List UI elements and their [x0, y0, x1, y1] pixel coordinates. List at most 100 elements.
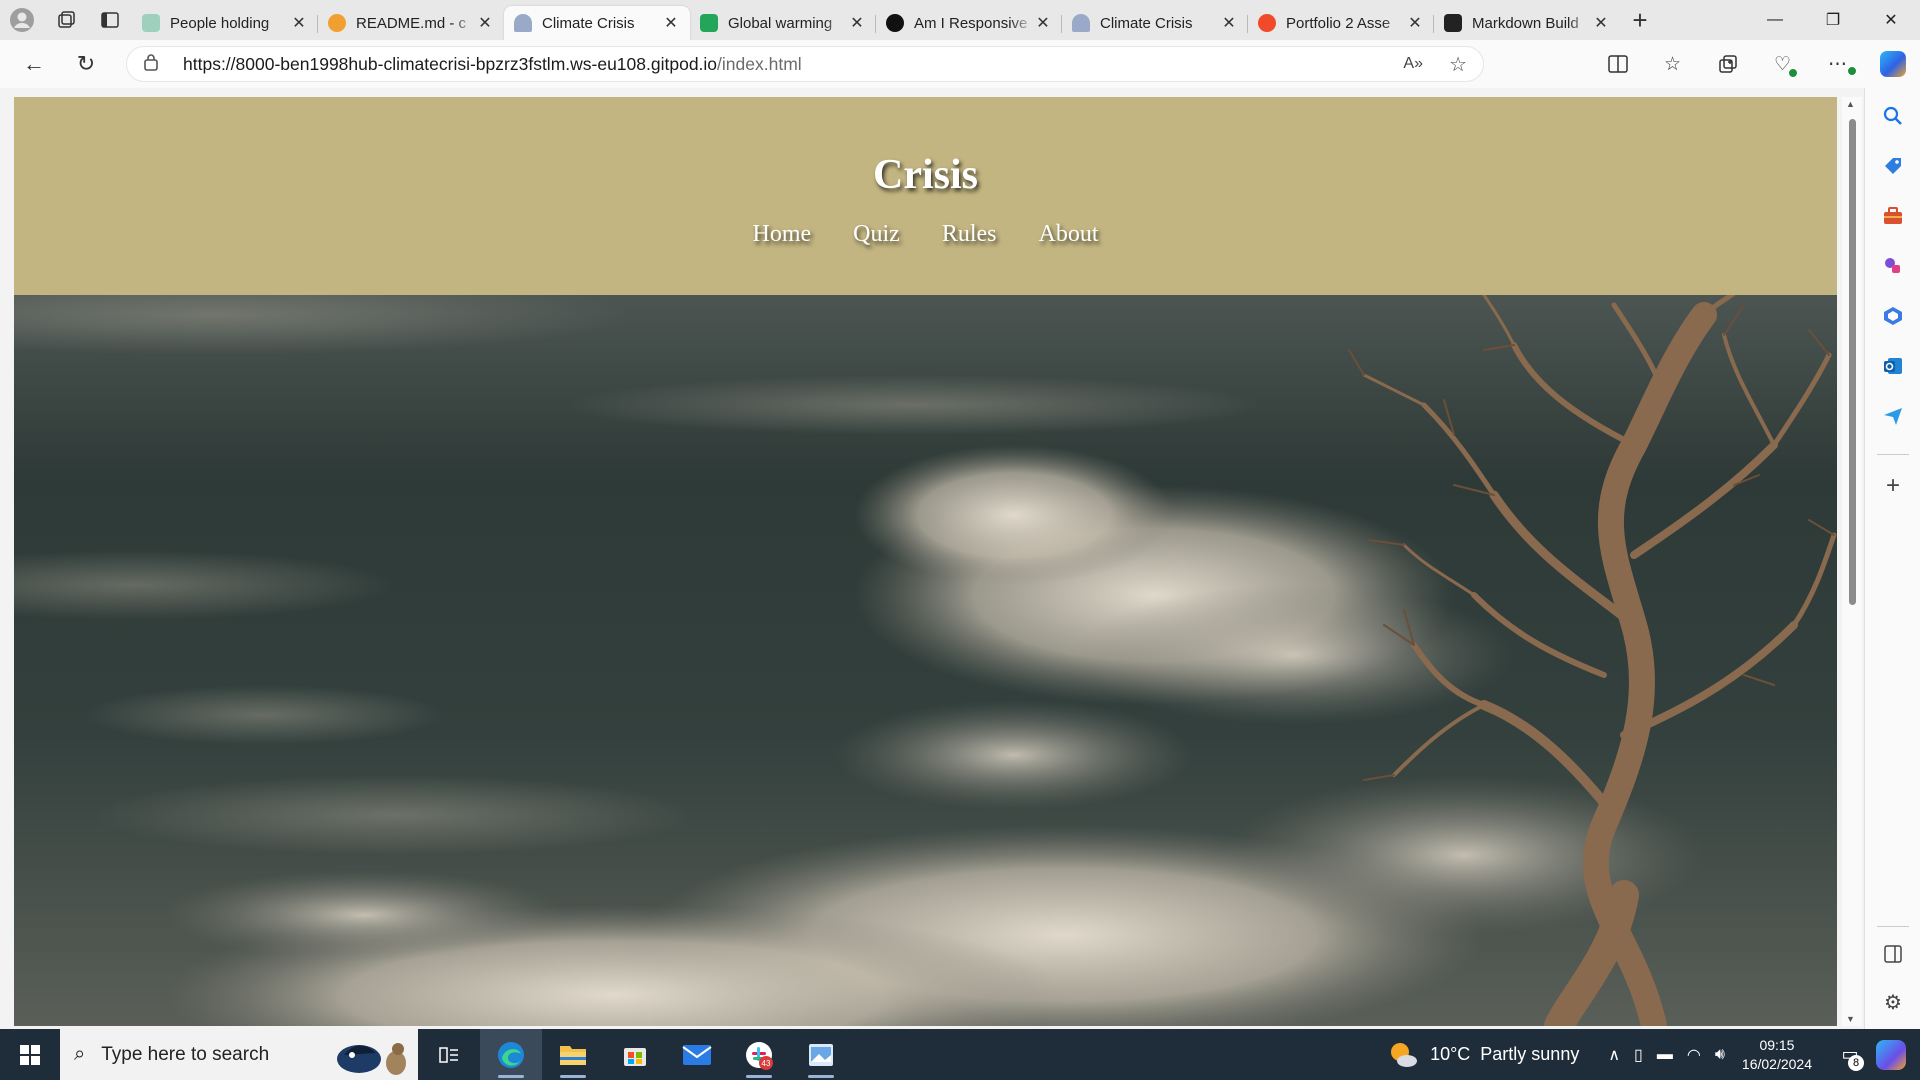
taskbar-edge-icon[interactable] — [480, 1029, 542, 1080]
browser-essentials-icon[interactable]: ♡ — [1755, 40, 1810, 88]
tools-icon[interactable] — [1879, 202, 1907, 230]
tab-strip: People holding ✕ README.md - c ✕ Climate… — [0, 0, 1920, 40]
page-scrollbar[interactable]: ▲ ▼ — [1842, 97, 1862, 1026]
games-icon[interactable] — [1879, 252, 1907, 280]
scroll-down-icon[interactable]: ▼ — [1846, 1014, 1855, 1024]
nav-link-quiz[interactable]: Quiz — [853, 221, 900, 248]
send-icon[interactable] — [1879, 402, 1907, 430]
search-icon[interactable] — [1879, 102, 1907, 130]
site-nav: Home Quiz Rules About — [14, 221, 1837, 248]
taskbar-store-icon[interactable] — [604, 1029, 666, 1080]
taskbar-search-box[interactable]: ⌕ Type here to search — [60, 1029, 418, 1080]
device-icon[interactable]: ▯ — [1634, 1045, 1643, 1065]
tab-7[interactable]: Markdown Build ✕ — [1433, 7, 1620, 39]
tab-actions-icon[interactable] — [88, 0, 132, 40]
tab-favicon — [328, 14, 346, 32]
url-text[interactable]: https://8000-ben1998hub-climatecrisi-bpz… — [183, 54, 802, 75]
hide-sidebar-icon[interactable] — [1879, 940, 1907, 968]
window-controls: — ❐ ✕ — [1746, 0, 1920, 40]
close-icon[interactable]: ✕ — [662, 13, 680, 33]
nav-link-about[interactable]: About — [1038, 221, 1098, 248]
add-icon[interactable]: + — [1879, 472, 1907, 500]
task-view-icon[interactable] — [418, 1029, 480, 1080]
copilot-logo — [1879, 51, 1906, 77]
sidebar-settings-gear-icon[interactable]: ⚙ — [1879, 988, 1907, 1016]
collections-icon[interactable] — [1700, 40, 1755, 88]
taskbar-paint-icon[interactable] — [790, 1029, 852, 1080]
scrollbar-thumb[interactable] — [1849, 119, 1856, 605]
wifi-icon[interactable]: ◠ — [1687, 1045, 1701, 1065]
tab-3[interactable]: Global warming ✕ — [690, 7, 876, 39]
tab-5[interactable]: Climate Crisis ✕ — [1061, 7, 1248, 39]
tab-title: Markdown Build — [1472, 14, 1579, 32]
tab-4[interactable]: Am I Responsive ✕ — [875, 7, 1062, 39]
taskbar-file-explorer-icon[interactable] — [542, 1029, 604, 1080]
search-icon: ⌕ — [74, 1043, 86, 1065]
notification-center-icon[interactable]: ▭ 8 — [1830, 1029, 1870, 1080]
hero-image — [14, 295, 1837, 1026]
close-icon[interactable]: ✕ — [1220, 13, 1238, 33]
scroll-up-icon[interactable]: ▲ — [1846, 99, 1855, 109]
profile-icon[interactable] — [0, 0, 44, 40]
restore-icon[interactable]: ❐ — [1804, 0, 1862, 40]
close-icon[interactable]: ✕ — [848, 13, 866, 33]
tab-favicon — [142, 14, 160, 32]
tab-title: Portfolio 2 Asse — [1286, 14, 1391, 32]
taskbar-copilot-icon[interactable] — [1876, 1039, 1906, 1070]
notification-count: 8 — [1848, 1055, 1864, 1071]
partly-sunny-icon — [1391, 1042, 1418, 1067]
window-close-icon[interactable]: ✕ — [1862, 0, 1920, 40]
tab-6[interactable]: Portfolio 2 Asse ✕ — [1247, 7, 1434, 39]
volume-icon[interactable]: 🔊︎ — [1715, 1046, 1725, 1064]
address-bar[interactable]: https://8000-ben1998hub-climatecrisi-bpz… — [126, 46, 1484, 82]
tab-favicon — [514, 14, 532, 32]
tab-favicon — [1072, 14, 1090, 32]
windows-taskbar: ⌕ Type here to search 43 10°C Partly sun… — [0, 1029, 1920, 1080]
copilot-icon[interactable] — [1865, 40, 1920, 88]
close-icon[interactable]: ✕ — [1034, 13, 1052, 33]
minimize-icon[interactable]: — — [1746, 0, 1804, 40]
read-aloud-icon[interactable]: A» — [1403, 55, 1423, 73]
tab-2-active[interactable]: Climate Crisis ✕ — [504, 6, 690, 40]
tab-favicon — [1444, 14, 1462, 32]
start-button[interactable] — [0, 1029, 60, 1080]
tab-title: Am I Responsive — [914, 14, 1028, 32]
back-icon[interactable]: ← — [8, 40, 60, 88]
page-viewport: Crisis Home Quiz Rules About — [14, 97, 1837, 1026]
workspaces-icon[interactable] — [44, 0, 88, 40]
shopping-tag-icon[interactable] — [1879, 152, 1907, 180]
nav-link-rules[interactable]: Rules — [942, 221, 997, 248]
taskbar-mail-icon[interactable] — [666, 1029, 728, 1080]
new-tab-button[interactable]: + — [1620, 0, 1660, 40]
tab-0[interactable]: People holding ✕ — [132, 7, 318, 39]
tab-title: Global warming — [728, 14, 833, 32]
weather-temperature: 10°C — [1430, 1044, 1471, 1064]
clock[interactable]: 09:15 16/02/2024 — [1742, 1036, 1812, 1074]
settings-more-icon[interactable]: ⋯ — [1810, 40, 1865, 88]
sidebar-divider — [1877, 926, 1909, 927]
outlook-icon[interactable] — [1879, 352, 1907, 380]
favorites-icon[interactable]: ☆ — [1645, 40, 1700, 88]
taskbar-slack-icon[interactable]: 43 — [728, 1029, 790, 1080]
close-icon[interactable]: ✕ — [290, 13, 308, 33]
tab-1[interactable]: README.md - c ✕ — [317, 7, 504, 39]
sidebar-divider — [1877, 454, 1909, 455]
nav-link-home[interactable]: Home — [753, 221, 812, 248]
lock-icon[interactable] — [143, 53, 163, 75]
tab-favicon — [1258, 14, 1276, 32]
chevron-up-icon[interactable]: ∧ — [1608, 1045, 1620, 1065]
close-icon[interactable]: ✕ — [476, 13, 494, 33]
favorite-star-icon[interactable]: ☆ — [1449, 52, 1467, 77]
tab-title: README.md - c — [356, 14, 467, 32]
sky-and-dead-tree-image — [14, 295, 1837, 1026]
split-screen-icon[interactable] — [1590, 40, 1645, 88]
close-icon[interactable]: ✕ — [1406, 13, 1424, 33]
search-placeholder: Type here to search — [101, 1043, 270, 1065]
refresh-icon[interactable]: ↻ — [60, 40, 112, 88]
battery-icon[interactable]: ▬ — [1657, 1046, 1673, 1064]
microsoft-365-icon[interactable] — [1879, 302, 1907, 330]
edge-sidebar: + ⚙ — [1864, 88, 1920, 1029]
weather-description: Partly sunny — [1480, 1044, 1580, 1064]
weather-widget[interactable]: 10°C Partly sunny — [1388, 1040, 1579, 1070]
close-icon[interactable]: ✕ — [1592, 13, 1610, 33]
